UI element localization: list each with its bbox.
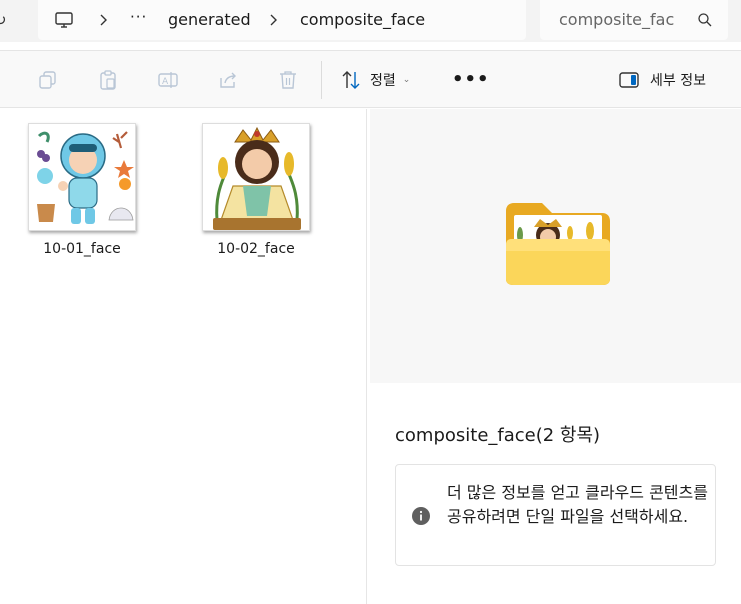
details-pane-button[interactable]: 세부 정보 <box>618 69 706 91</box>
delete-button[interactable] <box>277 69 299 91</box>
svg-text:A: A <box>162 77 169 87</box>
details-label: 세부 정보 <box>650 73 706 89</box>
toolbar-divider <box>321 61 322 99</box>
details-title: composite_face(2 항목) <box>395 425 601 446</box>
rename-button[interactable]: A <box>157 69 179 91</box>
breadcrumb-generated[interactable]: generated <box>168 10 251 30</box>
sort-button[interactable]: 정렬 ⌄ <box>340 69 410 91</box>
preview-area <box>370 109 741 383</box>
details-pane: composite_face(2 항목) 더 많은 정보를 얻고 클라우드 콘텐… <box>367 109 741 604</box>
folder-icon <box>506 203 610 285</box>
details-pane-icon <box>619 72 639 88</box>
this-pc-icon[interactable] <box>54 10 74 30</box>
image-thumbnail-1 <box>29 124 135 230</box>
file-name: 10-01_face <box>43 241 121 257</box>
sort-icon <box>342 71 360 89</box>
paste-button[interactable] <box>97 69 119 91</box>
info-card: 더 많은 정보를 얻고 클라우드 콘텐츠를 공유하려면 단일 파일을 선택하세요… <box>395 464 716 566</box>
file-thumbnail <box>28 123 136 231</box>
info-message: 더 많은 정보를 얻고 클라우드 콘텐츠를 공유하려면 단일 파일을 선택하세요… <box>447 483 708 526</box>
sort-label: 정렬 <box>370 73 396 89</box>
file-name: 10-02_face <box>217 241 295 257</box>
search-icon[interactable] <box>697 12 713 28</box>
address-row: ↻ ··· generated composite_face composite… <box>0 0 741 42</box>
hidden-breadcrumbs-button[interactable]: ··· <box>130 8 147 26</box>
file-item[interactable]: 10-01_face <box>22 123 142 257</box>
chevron-right-icon[interactable] <box>98 10 110 30</box>
file-list: 10-01_face 10-02_face <box>0 109 366 604</box>
file-thumbnail <box>202 123 310 231</box>
chevron-down-icon: ⌄ <box>402 75 411 85</box>
chevron-right-icon[interactable] <box>268 10 280 30</box>
paste-icon <box>100 70 116 90</box>
address-bar[interactable]: ··· generated composite_face <box>38 0 526 40</box>
rename-icon: A <box>158 72 178 88</box>
copy-button[interactable] <box>37 69 59 91</box>
search-box[interactable]: composite_fac <box>540 0 728 40</box>
command-bar: A 정렬 ⌄ ••• 세부 정보 <box>0 50 741 108</box>
info-icon <box>412 507 430 525</box>
share-icon <box>220 72 236 88</box>
share-button[interactable] <box>217 69 239 91</box>
see-more-button[interactable]: ••• <box>452 69 490 91</box>
search-input[interactable]: composite_fac <box>559 10 674 29</box>
file-item[interactable]: 10-02_face <box>196 123 316 257</box>
breadcrumb-composite-face[interactable]: composite_face <box>300 10 425 30</box>
refresh-icon[interactable]: ↻ <box>0 10 10 30</box>
copy-icon <box>39 71 56 89</box>
trash-icon <box>280 71 296 89</box>
image-thumbnail-2 <box>203 124 309 230</box>
